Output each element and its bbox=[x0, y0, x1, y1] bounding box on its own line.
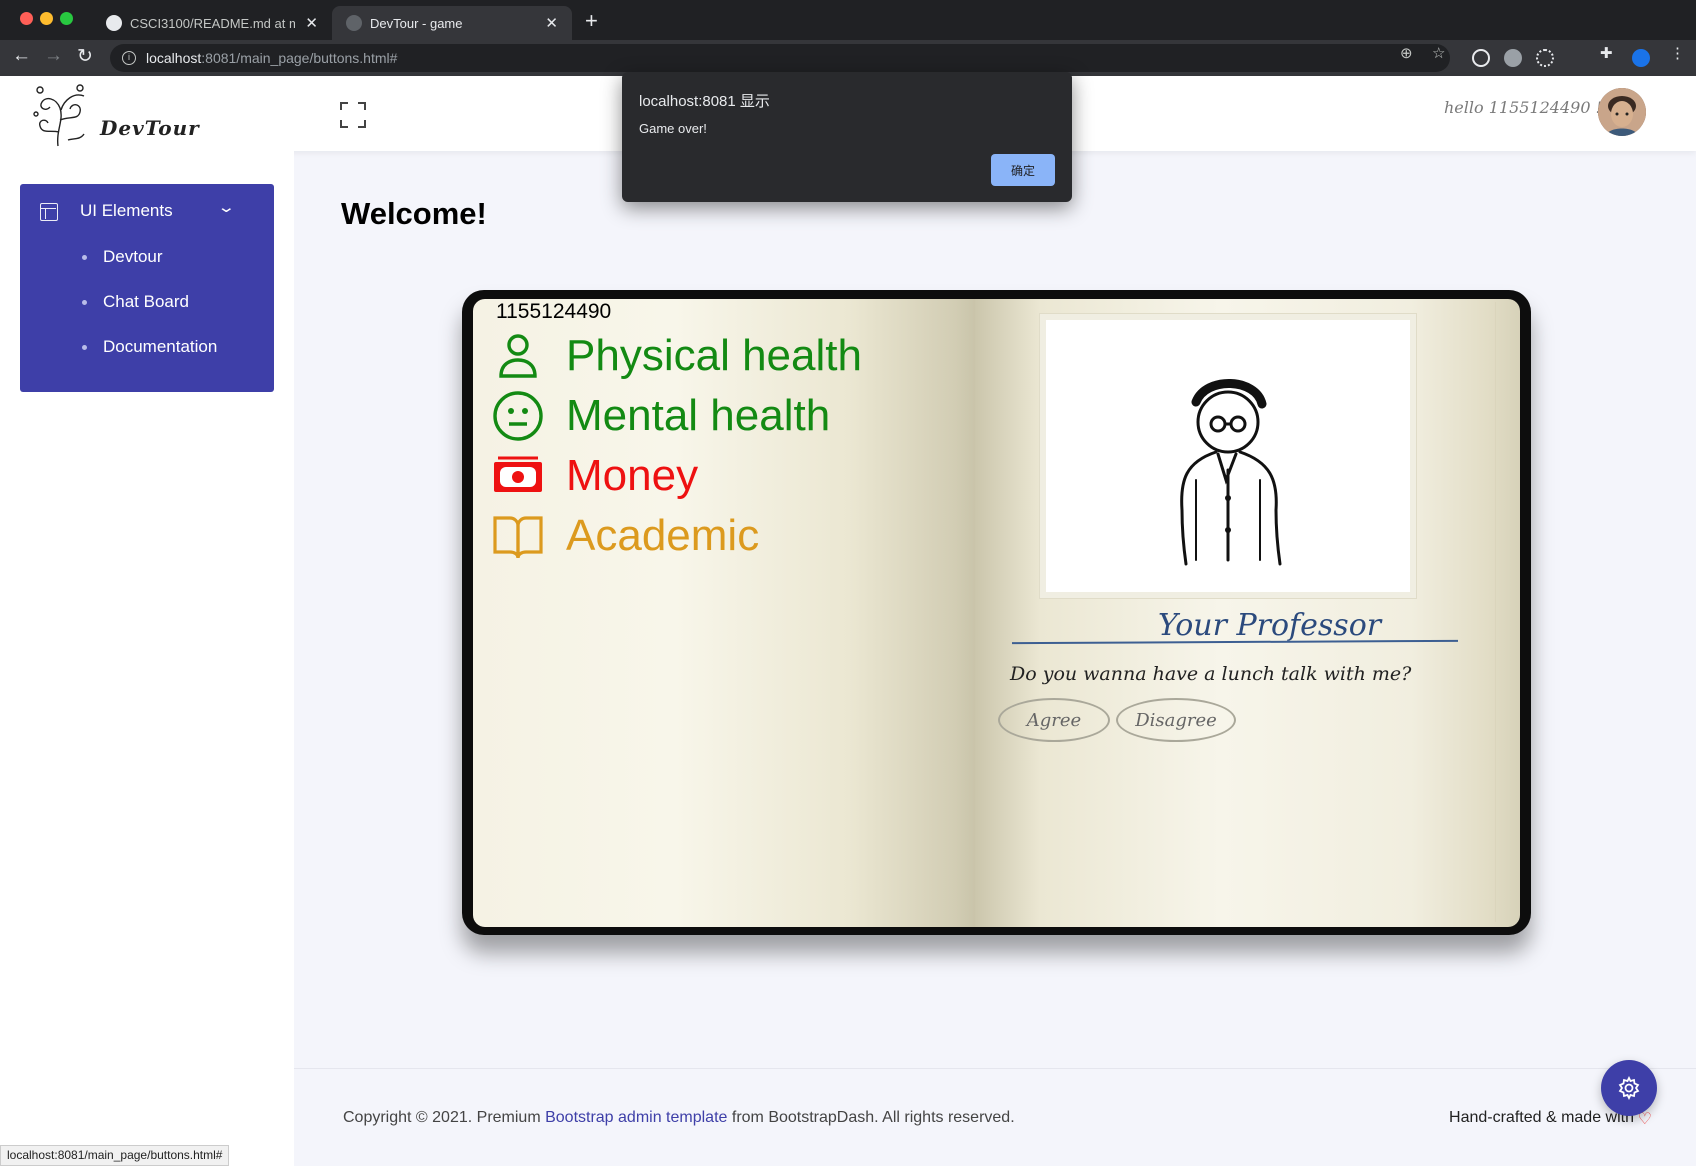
extensions-puzzle-icon[interactable]: ✚ bbox=[1600, 44, 1613, 62]
sidebar-item-label: Documentation bbox=[103, 337, 218, 356]
disagree-button[interactable]: Disagree bbox=[1116, 698, 1236, 742]
template-link[interactable]: Bootstrap admin template bbox=[545, 1109, 727, 1126]
url-host: localhost bbox=[146, 50, 202, 66]
browser-toolbar: ← → ↻ i localhost:8081/main_page/buttons… bbox=[0, 40, 1696, 76]
page-edges bbox=[1495, 302, 1515, 922]
footer: Copyright © 2021. Premium Bootstrap admi… bbox=[294, 1068, 1696, 1166]
handcrafted-text: Hand-crafted & made with bbox=[1449, 1109, 1634, 1126]
new-tab-icon[interactable]: + bbox=[585, 8, 598, 34]
globe-icon bbox=[346, 15, 362, 31]
settings-button[interactable] bbox=[1601, 1060, 1657, 1116]
stat-label: Money bbox=[566, 451, 699, 500]
sidebar-item-label: Chat Board bbox=[103, 292, 189, 311]
gear-icon bbox=[1618, 1076, 1640, 1100]
ok-button[interactable]: 确定 bbox=[991, 154, 1055, 186]
copyright-prefix: Copyright © 2021. Premium bbox=[343, 1109, 546, 1126]
sidebar-item-label: Devtour bbox=[103, 247, 163, 266]
back-icon[interactable]: ← bbox=[12, 45, 31, 67]
character-portrait bbox=[1039, 313, 1417, 599]
dialog-title: localhost:8081 显示 bbox=[639, 93, 770, 110]
stat-label: Academic bbox=[566, 511, 760, 560]
stat-mental-health: Mental health bbox=[492, 390, 830, 442]
student-id: 1155124490 bbox=[496, 300, 612, 323]
sidebar-item-chat-board[interactable]: Chat Board bbox=[82, 292, 189, 312]
copyright-text: Copyright © 2021. Premium Bootstrap admi… bbox=[343, 1109, 1015, 1127]
sidebar-item-label: UI Elements bbox=[80, 201, 173, 220]
alert-dialog: localhost:8081 显示 Game over! 确定 bbox=[622, 72, 1072, 202]
react-devtools-icon[interactable] bbox=[1536, 49, 1554, 67]
status-bar-url: localhost:8081/main_page/buttons.html# bbox=[0, 1145, 230, 1166]
character-role: Your Professor bbox=[1158, 608, 1382, 643]
stat-academic: Academic bbox=[492, 510, 759, 562]
stat-label: Physical health bbox=[566, 331, 862, 380]
github-icon bbox=[106, 15, 122, 31]
url-path: :8081/main_page/buttons.html# bbox=[201, 50, 398, 66]
sidebar: UI Elements ⌄ Devtour Chat Board Documen… bbox=[0, 151, 294, 1166]
greeting: hello 1155124490 ! bbox=[1444, 98, 1603, 117]
stat-label: Mental health bbox=[566, 391, 831, 440]
stat-physical-health: Physical health bbox=[492, 330, 862, 382]
sidebar-item-documentation[interactable]: Documentation bbox=[82, 337, 217, 357]
sidebar-menu: UI Elements ⌄ Devtour Chat Board Documen… bbox=[20, 184, 274, 392]
browser-tab-readme[interactable]: CSCI3100/README.md at master ✕ bbox=[92, 6, 332, 40]
stat-money: Money bbox=[492, 450, 698, 502]
cash-icon bbox=[494, 456, 542, 492]
neutral-face-icon bbox=[493, 391, 543, 441]
address-bar[interactable]: i localhost:8081/main_page/buttons.html# bbox=[110, 44, 1450, 72]
tab-title: DevTour - game bbox=[370, 15, 463, 31]
site-info-icon[interactable]: i bbox=[122, 51, 136, 65]
bullet-icon bbox=[82, 254, 87, 260]
zoom-icon[interactable]: ⊕ bbox=[1400, 44, 1413, 62]
sidebar-item-ui-elements[interactable]: UI Elements ⌄ bbox=[20, 184, 274, 240]
forward-icon[interactable]: → bbox=[44, 45, 63, 67]
profile-icon[interactable] bbox=[1632, 49, 1650, 67]
page-title: Welcome! bbox=[341, 196, 487, 231]
close-tab-icon[interactable]: ✕ bbox=[545, 14, 558, 32]
browser-tab-bar: CSCI3100/README.md at master ✕ DevTour -… bbox=[0, 0, 1696, 40]
sidebar-item-devtour[interactable]: Devtour bbox=[82, 247, 163, 267]
bullet-icon bbox=[82, 299, 87, 305]
tab-title: CSCI3100/README.md at master bbox=[130, 15, 296, 31]
close-tab-icon[interactable]: ✕ bbox=[305, 14, 318, 32]
person-icon bbox=[499, 334, 537, 378]
bookmark-star-icon[interactable]: ☆ bbox=[1432, 44, 1445, 62]
layout-icon bbox=[40, 203, 58, 221]
logo-ornament-icon bbox=[33, 84, 85, 147]
book-icon bbox=[493, 516, 543, 559]
browser-menu-icon[interactable]: ⋮ bbox=[1670, 44, 1685, 62]
maximize-window-button[interactable] bbox=[60, 12, 73, 25]
dialog-message: Game over! bbox=[639, 121, 707, 136]
extension-icon[interactable] bbox=[1472, 49, 1490, 67]
fullscreen-icon[interactable] bbox=[340, 102, 366, 128]
professor-sketch-icon bbox=[1180, 379, 1282, 566]
avatar[interactable] bbox=[1598, 88, 1646, 136]
logo-text: DevTour bbox=[100, 116, 200, 140]
minimize-window-button[interactable] bbox=[40, 12, 53, 25]
event-question: Do you wanna have a lunch talk with me? bbox=[1010, 663, 1412, 685]
browser-tab-devtour[interactable]: DevTour - game ✕ bbox=[332, 6, 572, 40]
chevron-down-icon: ⌄ bbox=[216, 199, 236, 216]
bullet-icon bbox=[82, 344, 87, 350]
close-window-button[interactable] bbox=[20, 12, 33, 25]
agree-button[interactable]: Agree bbox=[998, 698, 1110, 742]
reload-icon[interactable]: ↻ bbox=[77, 45, 93, 68]
copyright-suffix: from BootstrapDash. All rights reserved. bbox=[727, 1109, 1015, 1126]
extension-gear-icon[interactable] bbox=[1504, 49, 1522, 67]
